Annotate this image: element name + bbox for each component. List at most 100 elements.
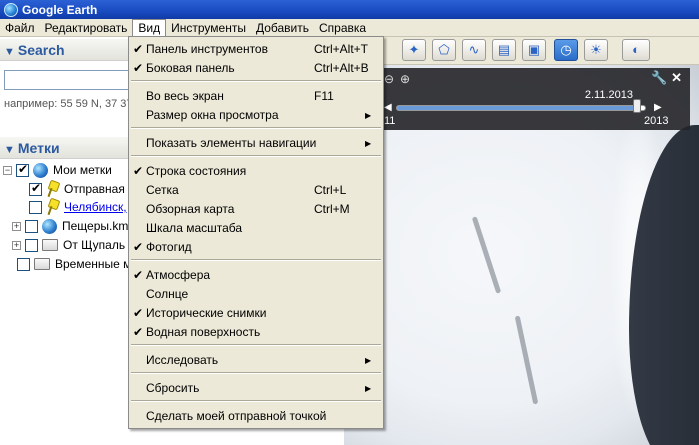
menu-item-shortcut: Ctrl+Alt+B <box>314 61 369 75</box>
checkbox[interactable] <box>29 181 42 196</box>
collapse-triangle-icon[interactable]: ▼ <box>4 139 15 161</box>
checkmark-icon: ✔ <box>133 325 144 339</box>
imagery-date: 2.11.2013 <box>584 89 633 101</box>
checkmark-icon: ✔ <box>133 306 144 320</box>
menu-view[interactable]: Вид <box>132 18 167 38</box>
checkmark-icon: ✔ <box>133 42 144 56</box>
menu-item-label: Боковая панель <box>146 61 235 75</box>
menu-item-label: Исследовать <box>146 353 219 367</box>
menu-edit[interactable]: Редактировать <box>40 19 133 37</box>
folder-icon <box>34 258 50 270</box>
menu-separator <box>131 400 381 402</box>
menu-bar: Файл Редактировать Вид Инструменты Добав… <box>0 18 699 38</box>
expand-icon[interactable]: + <box>12 221 21 231</box>
collapse-triangle-icon[interactable]: ▼ <box>4 41 15 63</box>
view-menu-item[interactable]: ✔ Боковая панель Ctrl+Alt+B <box>129 59 383 78</box>
checkmark-icon: ✔ <box>133 164 144 178</box>
menu-file[interactable]: Файл <box>0 19 40 37</box>
search-panel-title: Search <box>17 42 65 58</box>
checkbox[interactable] <box>17 257 30 271</box>
title-bar: Google Earth <box>0 0 699 19</box>
pushpin-icon <box>46 181 58 197</box>
add-polygon-icon[interactable]: ⬠ <box>432 39 456 61</box>
imagery-slider-thumb[interactable] <box>632 99 641 113</box>
checkmark-icon: ✔ <box>133 240 144 254</box>
add-image-overlay-icon[interactable]: ▤ <box>492 39 516 61</box>
imagery-slider-track[interactable] <box>396 105 646 111</box>
menu-item-shortcut: F11 <box>314 89 334 103</box>
menu-item-label: Показать элементы навигации <box>146 136 317 150</box>
submenu-arrow-icon: ▶ <box>365 356 372 365</box>
tree-item-from-shchupal[interactable]: + От Щупаль <box>12 236 125 254</box>
toolbar: ✦ ⬠ ∿ ▤ ▣ ◷ ☀ ◐ <box>344 37 699 65</box>
view-menu-item[interactable]: Солнце <box>129 285 383 304</box>
view-menu-item[interactable]: ✔ Водная поверхность <box>129 323 383 342</box>
menu-item-label: Сделать моей отправной точкой <box>146 409 327 423</box>
tree-item-label: Пещеры.kmz <box>62 219 135 233</box>
view-menu-item[interactable]: ✔ Фотогид <box>129 238 383 257</box>
add-placemark-icon[interactable]: ✦ <box>402 39 426 61</box>
menu-item-label: Солнце <box>146 287 189 301</box>
terrain-crack <box>514 315 539 405</box>
window-title: Google Earth <box>22 2 98 17</box>
menu-tools[interactable]: Инструменты <box>166 19 251 37</box>
submenu-arrow-icon: ▶ <box>365 384 372 393</box>
menu-separator <box>131 155 381 157</box>
menu-separator <box>131 372 381 374</box>
collapse-icon[interactable]: − <box>3 165 12 175</box>
tools-close-icons[interactable]: 🔧 ✕ <box>651 70 682 86</box>
checkbox[interactable] <box>25 238 38 252</box>
menu-item-label: Шкала масштаба <box>146 221 243 235</box>
slider-right-arrow-icon[interactable]: ▶ <box>654 102 662 113</box>
view-menu-item[interactable]: Сетка Ctrl+L <box>129 181 383 200</box>
menu-item-shortcut: Ctrl+M <box>314 202 350 216</box>
view-menu-item[interactable]: Размер окна просмотра ▶ <box>129 106 383 125</box>
slider-start-label: 11 <box>384 115 396 127</box>
checkbox[interactable] <box>29 200 42 214</box>
slider-end-label: 2013 <box>644 115 669 127</box>
tree-item-caves[interactable]: + Пещеры.kmz <box>12 217 134 235</box>
view-menu-item[interactable]: Во весь экран F11 <box>129 87 383 106</box>
view-menu-item[interactable]: Сделать моей отправной точкой <box>129 407 383 426</box>
record-tour-icon[interactable]: ▣ <box>522 39 546 61</box>
menu-item-label: Исторические снимки <box>146 306 267 320</box>
view-menu-item[interactable]: Показать элементы навигации ▶ <box>129 134 383 153</box>
zoom-out-icon[interactable]: ⊖ <box>384 72 394 86</box>
view-menu-item[interactable]: ✔ Исторические снимки <box>129 304 383 323</box>
menu-item-label: Панель инструментов <box>146 42 268 56</box>
tree-item-label: Отправная т <box>64 182 134 196</box>
menu-help[interactable]: Справка <box>314 19 371 37</box>
tree-item-temporary[interactable]: Временные мет <box>17 255 143 273</box>
submenu-arrow-icon: ▶ <box>365 139 372 148</box>
pushpin-icon <box>46 199 58 215</box>
view-menu-item[interactable]: Шкала масштаба <box>129 219 383 238</box>
tree-item-chelyabinsk[interactable]: Челябинск, <box>29 198 127 216</box>
imagery-slider-fill <box>397 106 638 110</box>
sunlight-icon[interactable]: ☀ <box>584 39 608 61</box>
view-menu-item[interactable]: ✔ Атмосфера <box>129 266 383 285</box>
search-input[interactable] <box>4 70 140 90</box>
zoom-in-icon[interactable]: ⊕ <box>400 72 410 86</box>
view-menu-item[interactable]: ✔ Панель инструментов Ctrl+Alt+T <box>129 40 383 59</box>
checkbox[interactable] <box>25 219 38 233</box>
tree-item-label: От Щупаль <box>63 238 126 252</box>
expand-icon[interactable]: + <box>12 240 21 250</box>
menu-item-label: Атмосфера <box>146 268 211 282</box>
planet-switch-icon[interactable]: ◐ <box>622 39 650 61</box>
tree-item-link[interactable]: Челябинск, <box>64 200 127 214</box>
search-hint: например: 55 59 N, 37 37 <box>4 98 133 110</box>
tree-item-my-places[interactable]: − Мои метки <box>3 161 112 179</box>
view-menu-item[interactable]: Исследовать ▶ <box>129 351 383 370</box>
view-menu-item[interactable]: Обзорная карта Ctrl+M <box>129 200 383 219</box>
menu-item-label: Водная поверхность <box>146 325 261 339</box>
menu-item-label: Сбросить <box>146 381 200 395</box>
historical-imagery-clock-icon[interactable]: ◷ <box>554 39 578 61</box>
slider-left-arrow-icon[interactable]: ◀ <box>384 102 392 113</box>
view-menu-item[interactable]: Сбросить ▶ <box>129 379 383 398</box>
add-path-icon[interactable]: ∿ <box>462 39 486 61</box>
menu-add[interactable]: Добавить <box>251 19 314 37</box>
menu-item-label: Фотогид <box>146 240 192 254</box>
tree-item-start-point[interactable]: Отправная т <box>29 180 134 198</box>
checkbox[interactable] <box>16 162 29 177</box>
view-menu-item[interactable]: ✔ Строка состояния <box>129 162 383 181</box>
